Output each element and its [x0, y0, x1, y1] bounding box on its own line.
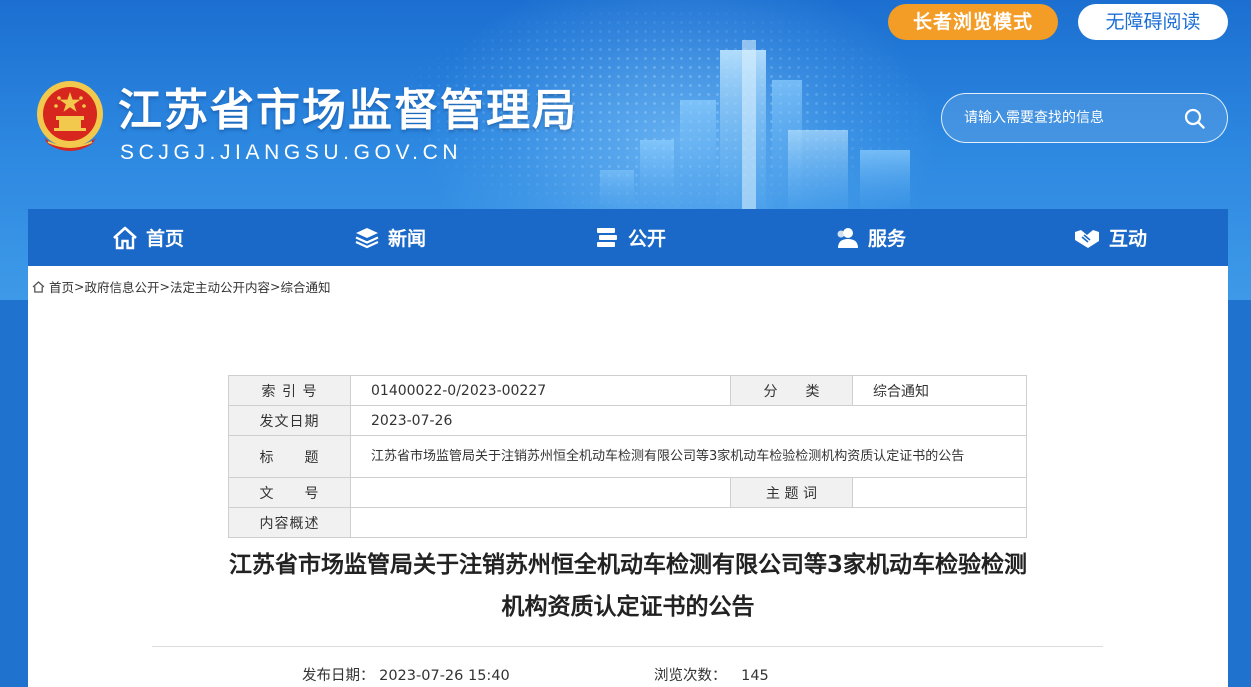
article-title-line: 机构资质认定证书的公告: [501, 594, 755, 620]
home-icon: [113, 226, 137, 249]
nav-item-interaction[interactable]: 互动: [1030, 209, 1190, 266]
meta-label: 分 类: [730, 375, 853, 406]
nav-item-label: 公开: [627, 228, 666, 250]
users-icon: [837, 227, 858, 248]
accessibility-reading-button[interactable]: 无障碍阅读: [1078, 4, 1228, 40]
nav-item-label: 互动: [1108, 228, 1147, 250]
breadcrumb-separator: >: [159, 279, 170, 294]
breadcrumb-home-icon: [32, 280, 45, 293]
meta-label: 内容概述: [228, 507, 351, 538]
breadcrumb-statutory[interactable]: 法定主动公开内容: [170, 277, 270, 296]
nav-item-home[interactable]: 首页: [68, 209, 228, 266]
nav-item-public[interactable]: 公开: [550, 209, 710, 266]
view-count-value: 145: [741, 668, 769, 684]
meta-value: [350, 477, 731, 508]
publish-date: 发布日期： 2023-07-26 15:40: [302, 664, 510, 685]
breadcrumb-gov-info[interactable]: 政府信息公开: [85, 277, 160, 296]
layers-icon: [355, 227, 379, 248]
main-nav: 首页 新闻 公开 服务 互动: [28, 209, 1228, 266]
meta-label: 文 号: [228, 477, 351, 508]
view-count: 浏览次数： 145: [654, 664, 769, 685]
meta-row-summary: 内容概述: [228, 507, 1027, 538]
nav-item-news[interactable]: 新闻: [310, 209, 470, 266]
meta-value: [350, 507, 1027, 538]
nav-item-label: 首页: [145, 228, 184, 250]
meta-label: 标 题: [228, 435, 351, 478]
books-icon: [596, 227, 617, 247]
article-title: 江苏省市场监管局关于注销苏州恒全机动车检测有限公司等3家机动车检验检测 机构资质…: [28, 544, 1228, 628]
search-icon[interactable]: [1182, 106, 1208, 132]
meta-value: 01400022-0/2023-00227: [350, 375, 731, 406]
breadcrumb-separator: >: [74, 279, 85, 294]
breadcrumb-general-notice[interactable]: 综合通知: [281, 277, 331, 296]
article-title-line: 江苏省市场监管局关于注销苏州恒全机动车检测有限公司等3家机动车检验检测: [228, 552, 1027, 578]
meta-label: 发文日期: [228, 405, 351, 436]
nav-item-label: 服务: [867, 228, 906, 250]
breadcrumb-home[interactable]: 首页: [49, 277, 74, 296]
handshake-icon: [1074, 229, 1099, 248]
meta-row-date: 发文日期 2023-07-26: [228, 405, 1027, 436]
meta-row-docno: 文 号 主 题 词: [228, 477, 1027, 508]
site-title: 江苏省市场监督管理局: [118, 85, 578, 136]
content-area: 首页 > 政府信息公开 > 法定主动公开内容 > 综合通知 索 引 号 0140…: [28, 266, 1228, 687]
meta-label: 索 引 号: [228, 375, 351, 406]
skyline-illustration: [600, 40, 910, 220]
search-box: [941, 93, 1228, 143]
publish-date-label: 发布日期：: [302, 668, 375, 684]
meta-row-title: 标 题 江苏省市场监管局关于注销苏州恒全机动车检测有限公司等3家机动车检验检测机…: [228, 435, 1027, 478]
search-input[interactable]: [964, 106, 1174, 130]
breadcrumb-separator: >: [270, 279, 281, 294]
national-emblem: [37, 81, 103, 151]
meta-value: 江苏省市场监管局关于注销苏州恒全机动车检测有限公司等3家机动车检验检测机构资质认…: [350, 435, 1027, 478]
meta-label: 主 题 词: [730, 477, 853, 508]
meta-value: 综合通知: [852, 375, 1027, 406]
site-domain: SCJGJ.JIANGSU.GOV.CN: [120, 141, 463, 164]
meta-value: 2023-07-26: [350, 405, 1027, 436]
meta-value: [852, 477, 1027, 508]
breadcrumb: 首页 > 政府信息公开 > 法定主动公开内容 > 综合通知: [32, 277, 331, 296]
nav-item-services[interactable]: 服务: [790, 209, 950, 266]
meta-row-index: 索 引 号 01400022-0/2023-00227 分 类 综合通知: [228, 375, 1027, 406]
view-count-label: 浏览次数：: [654, 668, 727, 684]
document-meta-table: 索 引 号 01400022-0/2023-00227 分 类 综合通知 发文日…: [228, 375, 1027, 538]
publish-date-value: 2023-07-26 15:40: [379, 668, 510, 684]
title-divider: [152, 646, 1103, 647]
nav-item-label: 新闻: [387, 228, 426, 250]
elder-mode-button[interactable]: 长者浏览模式: [888, 4, 1058, 40]
